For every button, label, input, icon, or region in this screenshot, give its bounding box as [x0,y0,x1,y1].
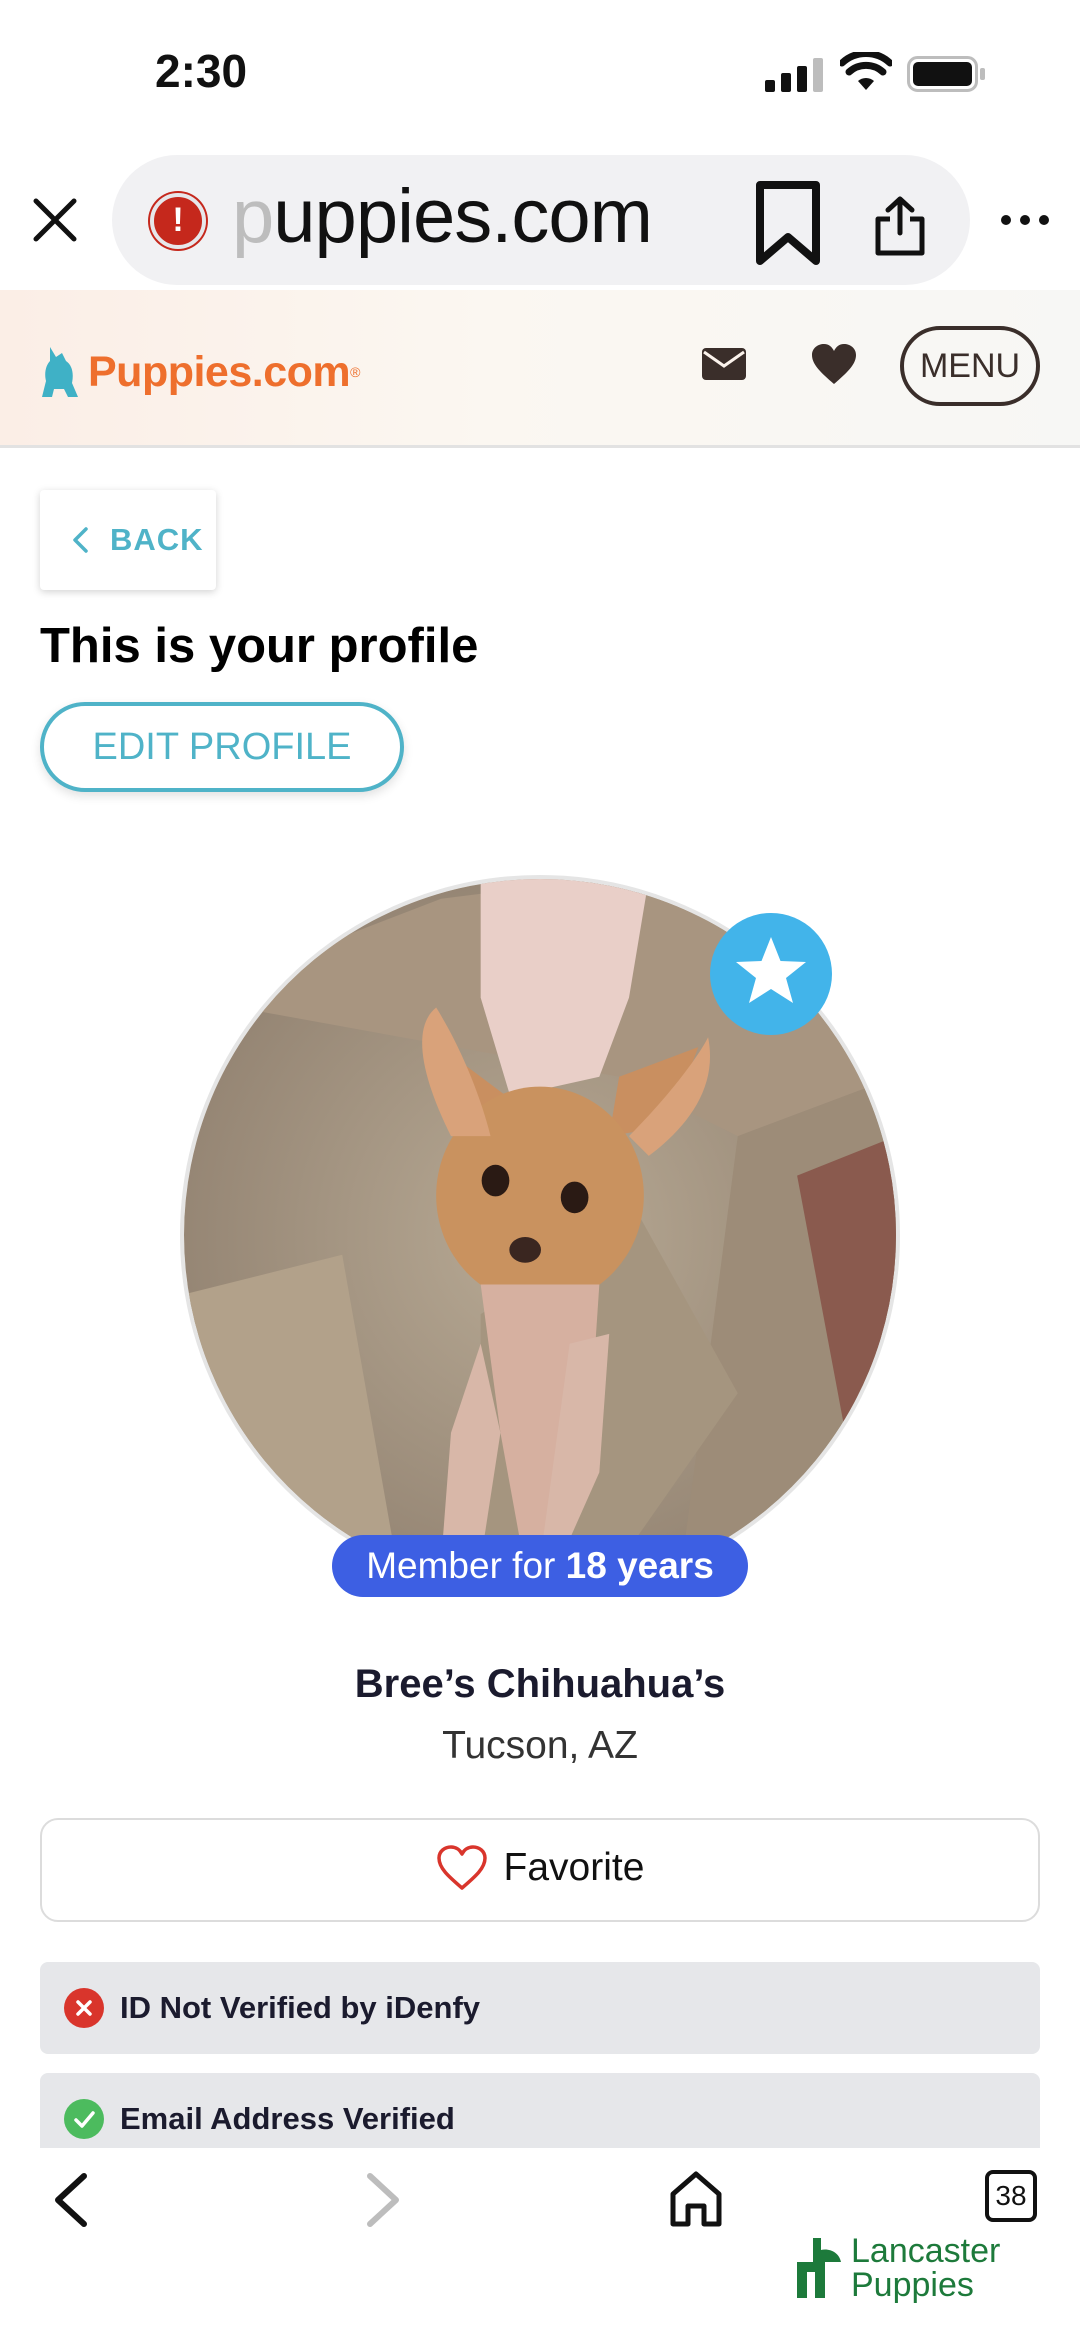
heart-outline-icon [436,1845,487,1890]
edit-profile-button[interactable]: EDIT PROFILE [40,702,404,792]
browser-forward-icon[interactable] [360,2170,406,2230]
cellular-signal-icon [765,58,823,92]
chevron-left-icon [73,527,88,553]
lancaster-line1: Lancaster [851,2232,1001,2270]
battery-icon [907,56,985,92]
breeder-location: Tucson, AZ [442,1724,638,1767]
verification-email-row: Email Address Verified [40,2073,1040,2149]
browser-address-row: ! puppies.com [0,145,1080,290]
profile-avatar-container [180,875,900,1595]
status-bar: 2:30 [0,0,1080,145]
browser-toolbar: 38 Lancaster Puppies [0,2148,1080,2343]
page-title: This is your profile [40,619,479,673]
more-options-icon[interactable] [1000,205,1050,235]
verification-id-row: ID Not Verified by iDenfy [40,1962,1040,2054]
status-time: 2:30 [155,45,248,97]
messages-icon[interactable] [700,344,748,384]
star-icon [736,937,806,1003]
site-logo[interactable]: Puppies.com ® [40,340,360,404]
browser-back-icon[interactable] [48,2170,94,2230]
share-icon[interactable] [872,195,928,257]
favorites-heart-icon[interactable] [810,342,858,386]
site-header: Puppies.com ® MENU [0,290,1080,448]
check-icon [64,2099,104,2139]
url-text: puppies.com [232,174,653,259]
breeder-name: Bree’s Chihuahua’s [354,1662,726,1706]
error-x-icon [64,1988,104,2028]
close-icon[interactable] [30,195,80,245]
member-duration-badge: Member for 18 years [332,1535,748,1597]
menu-button[interactable]: MENU [900,326,1040,406]
dog-logo-icon [42,347,78,397]
back-button[interactable]: BACK [40,490,216,590]
lancaster-puppies-logo[interactable]: Lancaster Puppies [795,2228,1000,2308]
featured-star-badge [710,913,832,1035]
lancaster-logo-icon [797,2238,841,2298]
security-warning-icon[interactable]: ! [150,193,206,249]
back-label: BACK [110,522,204,557]
lancaster-line2: Puppies [851,2266,974,2304]
address-bar[interactable]: ! puppies.com [112,155,970,285]
favorite-button[interactable]: Favorite [40,1818,1040,1922]
home-icon[interactable] [668,2170,724,2228]
bookmark-icon[interactable] [752,179,824,267]
verification-label: ID Not Verified by iDenfy [120,1990,481,2025]
verification-label: Email Address Verified [120,2101,455,2136]
favorite-label: Favorite [503,1846,645,1889]
tabs-count-button[interactable]: 38 [985,2170,1037,2222]
wifi-icon [840,52,892,90]
